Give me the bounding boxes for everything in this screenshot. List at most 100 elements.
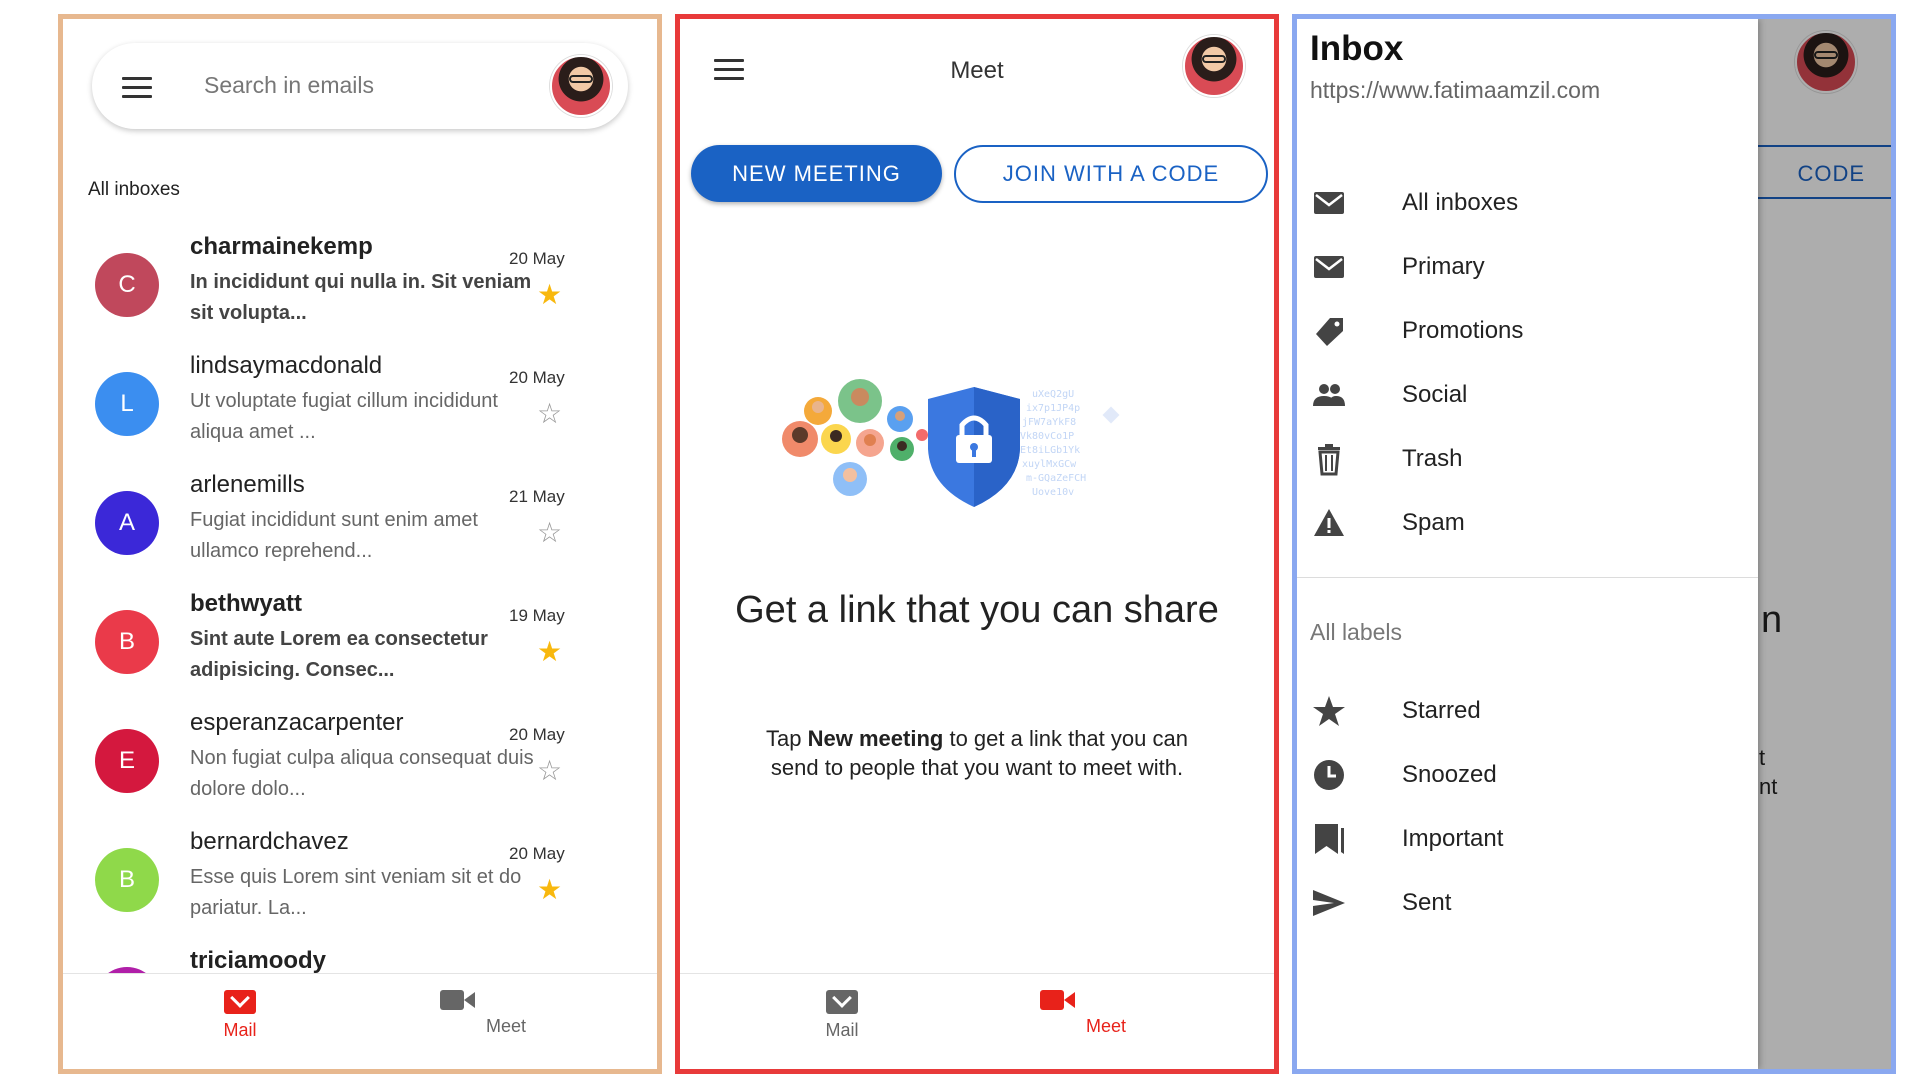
email-preview: Fugiat incididunt sunt enim amet ullamco… <box>190 509 478 562</box>
email-sender: esperanzacarpenter <box>190 709 404 736</box>
profile-avatar[interactable] <box>1183 35 1245 97</box>
email-preview: Sint aute Lorem ea consectetur adipisici… <box>190 628 488 681</box>
drawer-item-label: Primary <box>1402 253 1485 280</box>
drawer-item-label: Social <box>1402 381 1468 408</box>
labels-heading: All labels <box>1310 619 1403 645</box>
mail-icon <box>224 990 256 1014</box>
email-date: 19 May <box>509 606 565 625</box>
drawer-item-promotions[interactable]: Promotions <box>1297 297 1758 367</box>
mail-screen: Search in emails All inboxes Ccharmainek… <box>58 14 662 1074</box>
sender-avatar: E <box>95 729 159 793</box>
meet-subtext: Tap New meeting to get a link that you c… <box>740 724 1214 782</box>
nav-meet-label: Meet <box>485 1016 527 1036</box>
subtext-bold: New meeting <box>807 726 944 751</box>
email-sender: lindsaymacdonald <box>190 352 383 379</box>
navigation-drawer: Inbox https://www.fatimaamzil.com All in… <box>1297 19 1758 1069</box>
drawer-divider <box>1297 577 1758 578</box>
email-list-item[interactable]: Bbethwyatt Sint aute Lorem ea consectetur… <box>63 586 657 704</box>
mail-icon <box>1314 192 1344 214</box>
drawer-item-label: Important <box>1402 825 1504 852</box>
svg-text:ix7p1JP4p: ix7p1JP4p <box>1026 403 1080 414</box>
nav-mail-label: Mail <box>825 1020 859 1040</box>
email-preview: In incididunt qui nulla in. Sit veniam s… <box>190 271 532 324</box>
drawer-item-all-inboxes[interactable]: All inboxes <box>1297 169 1758 239</box>
svg-text:uXeQ2gU: uXeQ2gU <box>1032 389 1074 400</box>
drawer-url[interactable]: https://www.fatimaamzil.com <box>1310 77 1600 104</box>
nav-meet[interactable]: Meet <box>1040 990 1166 1037</box>
email-list-item[interactable]: Ccharmainekemp In incididunt qui nulla in… <box>63 229 657 347</box>
drawer-item-starred[interactable]: Starred <box>1297 677 1758 747</box>
clock-icon <box>1314 760 1344 790</box>
new-meeting-button[interactable]: NEW MEETING <box>691 145 942 202</box>
drawer-screen: CODE n t nt Inbox https://www.fatimaamzi… <box>1292 14 1896 1074</box>
code-pattern: uXeQ2gU ix7p1JP4p jFW7aYkF8 Vk80vCo1P Et… <box>1020 389 1120 498</box>
svg-text:Vk80vCo1P: Vk80vCo1P <box>1020 431 1074 442</box>
email-list-item[interactable]: Eesperanzacarpenter Non fugiat culpa aliq… <box>63 705 657 823</box>
star-icon <box>1313 696 1345 726</box>
menu-icon[interactable] <box>122 77 152 99</box>
drawer-item-label: Trash <box>1402 445 1463 472</box>
sender-avatar: C <box>95 253 159 317</box>
subtext-pre: Tap <box>766 726 808 751</box>
drawer-item-important[interactable]: Important <box>1297 805 1758 875</box>
star-icon[interactable]: ★ <box>537 281 562 309</box>
email-list-item[interactable]: Llindsaymacdonald Ut voluptate fugiat cil… <box>63 348 657 466</box>
nav-meet-label: Meet <box>1085 1016 1127 1036</box>
sender-avatar: B <box>95 610 159 674</box>
svg-text:jFW7aYkF8: jFW7aYkF8 <box>1022 417 1076 428</box>
video-camera-icon <box>440 990 475 1010</box>
drawer-item-label: Snoozed <box>1402 761 1497 788</box>
section-label: All inboxes <box>88 179 180 200</box>
star-icon[interactable]: ★ <box>537 638 562 666</box>
profile-avatar[interactable] <box>550 55 612 117</box>
trash-icon <box>1318 444 1340 476</box>
drawer-item-trash[interactable]: Trash <box>1297 425 1758 495</box>
email-date: 21 May <box>509 487 565 506</box>
nav-mail[interactable]: Mail <box>782 990 902 1041</box>
drawer-item-label: Promotions <box>1402 317 1524 344</box>
star-icon[interactable]: ★ <box>537 876 562 904</box>
email-sender: bethwyatt <box>190 590 303 617</box>
drawer-item-sent[interactable]: Sent <box>1297 869 1758 939</box>
tag-icon <box>1316 318 1343 346</box>
email-date: 20 May <box>509 844 565 863</box>
send-icon <box>1313 890 1345 916</box>
drawer-item-label: Starred <box>1402 697 1481 724</box>
email-sender: charmainekemp <box>190 233 373 260</box>
drawer-item-social[interactable]: Social <box>1297 361 1758 431</box>
bottom-nav: Mail Meet <box>63 973 657 1069</box>
meet-screen: Meet NEW MEETING JOIN WITH A CODE uXeQ2g… <box>675 14 1279 1074</box>
nav-mail-label: Mail <box>223 1020 257 1040</box>
mail-icon <box>1314 256 1344 278</box>
warning-icon <box>1314 509 1344 536</box>
svg-text:Uove10v: Uove10v <box>1032 487 1074 498</box>
meet-top-bar: Meet <box>680 19 1274 109</box>
drawer-item-spam[interactable]: Spam <box>1297 489 1758 559</box>
svg-text:Et8iLGb1Yk: Et8iLGb1Yk <box>1020 445 1080 456</box>
meet-headline: Get a link that you can share <box>735 589 1219 631</box>
mail-icon <box>826 990 858 1014</box>
nav-mail[interactable]: Mail <box>180 990 300 1041</box>
svg-text:m-GQaZeFCH: m-GQaZeFCH <box>1026 473 1086 484</box>
star-icon[interactable]: ☆ <box>537 757 562 785</box>
drawer-item-snoozed[interactable]: Snoozed <box>1297 741 1758 811</box>
sender-avatar: B <box>95 848 159 912</box>
email-sender: triciamoody <box>190 947 327 974</box>
drawer-item-label: All inboxes <box>1402 189 1519 216</box>
search-bar[interactable]: Search in emails <box>92 43 628 129</box>
email-preview: Non fugiat culpa aliqua consequat duis d… <box>190 747 534 800</box>
email-preview: Esse quis Lorem sint veniam sit et do pa… <box>190 866 522 919</box>
drawer-item-label: Spam <box>1402 509 1465 536</box>
bottom-nav: Mail Meet <box>680 973 1274 1069</box>
email-list-item[interactable]: Aarlenemills Fugiat incididunt sunt enim … <box>63 467 657 585</box>
sender-avatar: A <box>95 491 159 555</box>
drawer-item-primary[interactable]: Primary <box>1297 233 1758 303</box>
join-with-code-button[interactable]: JOIN WITH A CODE <box>954 145 1268 203</box>
star-icon[interactable]: ☆ <box>537 519 562 547</box>
nav-meet[interactable]: Meet <box>440 990 566 1037</box>
star-icon[interactable]: ☆ <box>537 400 562 428</box>
search-input[interactable]: Search in emails <box>204 72 374 99</box>
email-preview: Ut voluptate fugiat cillum incididunt al… <box>190 390 498 443</box>
email-date: 20 May <box>509 368 565 387</box>
email-list-item[interactable]: Bbernardchavez Esse quis Lorem sint venia… <box>63 824 657 942</box>
